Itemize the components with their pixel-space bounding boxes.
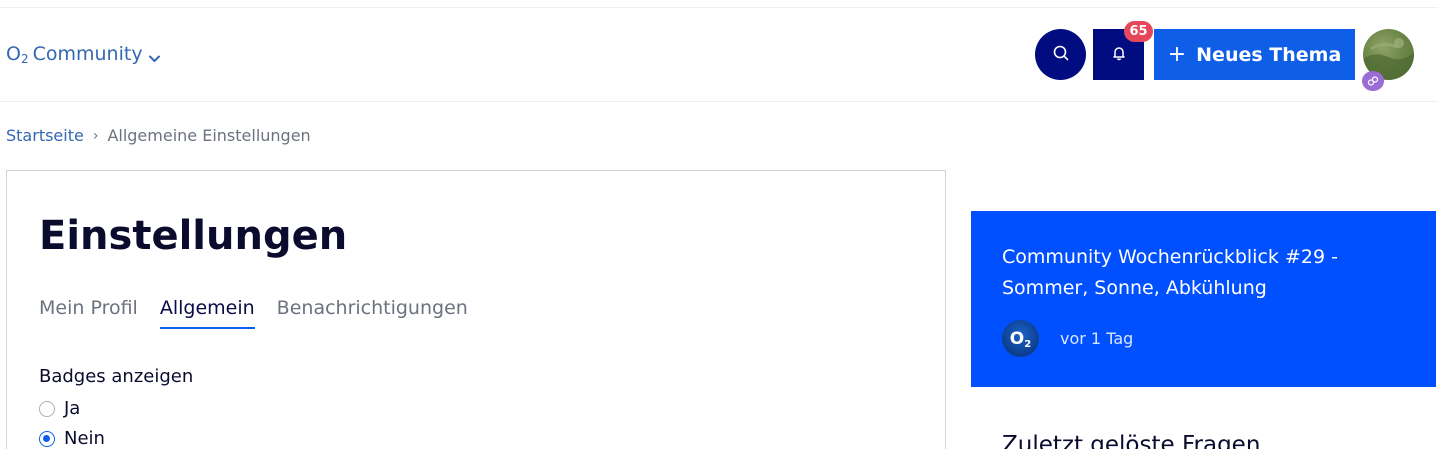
radio-nein[interactable] — [39, 430, 55, 447]
tab-allgemein[interactable]: Allgemein — [159, 297, 255, 329]
solved-questions-heading: Zuletzt gelöste Fragen — [1002, 432, 1261, 449]
new-topic-label: Neues Thema — [1196, 43, 1342, 66]
radio-ja[interactable] — [39, 400, 55, 417]
brand-o: O — [6, 43, 21, 65]
search-button[interactable] — [1035, 29, 1086, 80]
brand-label: Community — [32, 43, 143, 65]
author-avatar: O2 — [1002, 320, 1039, 357]
community-switcher[interactable]: O 2 Community — [6, 43, 161, 66]
new-topic-button[interactable]: + Neues Thema — [1154, 29, 1355, 80]
tab-benachrichtigungen[interactable]: Benachrichtigungen — [277, 297, 468, 329]
page-title: Einstellungen — [39, 213, 348, 259]
breadcrumb-current: Allgemeine Einstellungen — [107, 126, 311, 145]
featured-post-time: vor 1 Tag — [1060, 329, 1134, 348]
site-header: O 2 Community 65 + Neues Thema — [0, 8, 1438, 102]
author-avatar-o: O — [1009, 328, 1025, 349]
breadcrumb: Startseite › Allgemeine Einstellungen — [6, 126, 311, 145]
settings-tabs: Mein Profil Allgemein Benachrichtigungen — [39, 297, 490, 329]
bell-icon — [1111, 45, 1127, 65]
radio-ja-label: Ja — [64, 398, 81, 419]
brand-subscript: 2 — [20, 52, 29, 66]
plus-icon: + — [1167, 42, 1187, 67]
featured-post-title[interactable]: Community Wochenrückblick #29 - Sommer, … — [1002, 242, 1422, 304]
featured-post-card[interactable]: Community Wochenrückblick #29 - Sommer, … — [971, 211, 1436, 387]
radio-option-nein[interactable]: Nein — [39, 428, 105, 449]
settings-card: Einstellungen Mein Profil Allgemein Bena… — [6, 170, 946, 449]
badges-setting-label: Badges anzeigen — [39, 366, 194, 387]
radio-option-ja[interactable]: Ja — [39, 398, 80, 419]
rank-badge-icon — [1362, 71, 1384, 91]
author-avatar-sub: 2 — [1024, 339, 1032, 350]
search-icon — [1052, 44, 1070, 66]
notification-count-badge: 65 — [1124, 21, 1153, 42]
chevron-right-icon: › — [92, 127, 99, 144]
tab-mein-profil[interactable]: Mein Profil — [39, 297, 138, 329]
breadcrumb-home-link[interactable]: Startseite — [6, 126, 84, 145]
radio-nein-label: Nein — [64, 428, 105, 449]
chevron-down-icon — [148, 48, 161, 62]
